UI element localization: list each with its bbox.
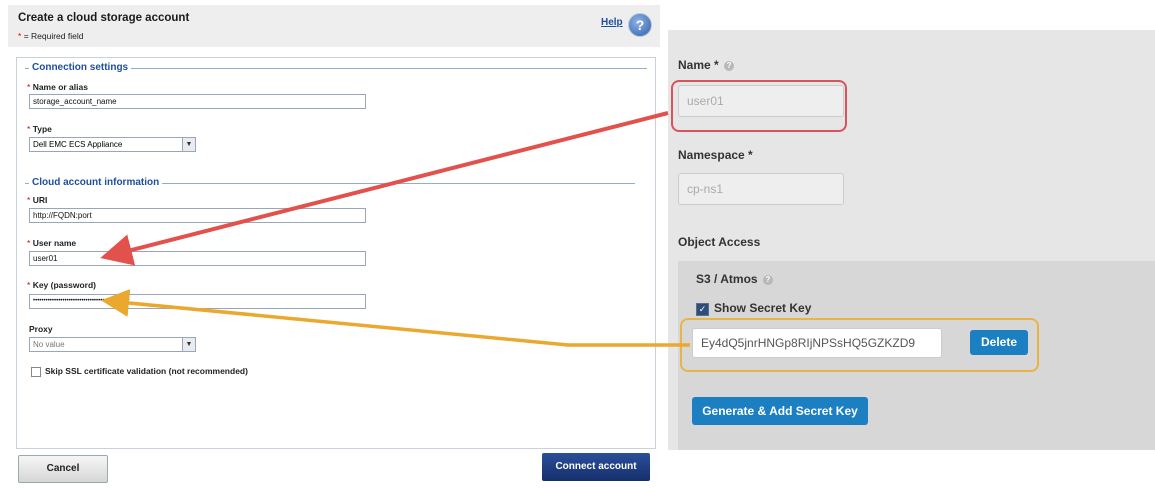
- annotation-arrows: [100, 111, 690, 347]
- orange-arrow: [101, 289, 690, 347]
- red-arrow: [100, 111, 669, 266]
